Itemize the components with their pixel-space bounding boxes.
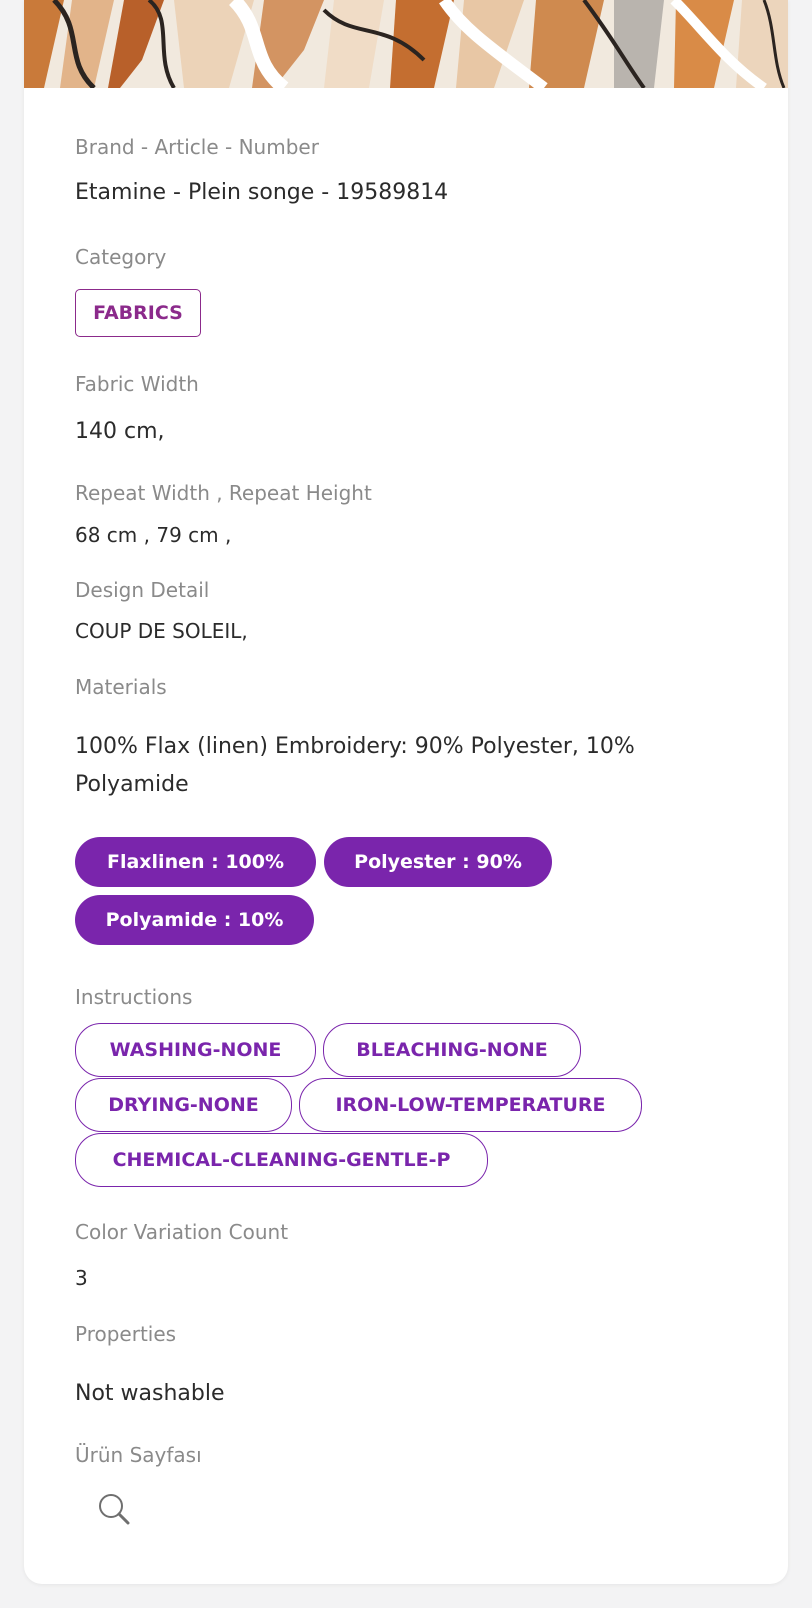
materials-text-line2: Polyamide [75,772,189,797]
design-detail-value: COUP DE SOLEIL, [75,619,248,643]
product-page-search-button[interactable] [94,1490,138,1530]
repeat-label: Repeat Width , Repeat Height [75,481,372,505]
fabric-width-label: Fabric Width [75,372,199,396]
product-detail-card: Brand - Article - Number Etamine - Plein… [24,0,788,1584]
product-page-label: Ürün Sayfası [75,1443,202,1467]
brand-article-value: Etamine - Plein songe - 19589814 [75,180,449,205]
materials-label: Materials [75,675,167,699]
repeat-value: 68 cm , 79 cm , [75,523,232,547]
design-detail-label: Design Detail [75,578,210,602]
material-tag-polyester[interactable]: Polyester : 90% [324,837,552,887]
instruction-tag-ironing[interactable]: IRON-LOW-TEMPERATURE [299,1078,642,1132]
color-variation-label: Color Variation Count [75,1220,289,1244]
instruction-tag-bleaching[interactable]: BLEACHING-NONE [323,1023,581,1077]
material-tag-flaxlinen[interactable]: Flaxlinen : 100% [75,837,316,887]
material-tag-polyamide[interactable]: Polyamide : 10% [75,895,314,945]
category-tag[interactable]: FABRICS [75,289,201,337]
materials-text-line1: 100% Flax (linen) Embroidery: 90% Polyes… [75,734,635,759]
brand-article-label: Brand - Article - Number [75,135,319,159]
properties-value: Not washable [75,1381,225,1406]
instruction-tag-drying[interactable]: DRYING-NONE [75,1078,292,1132]
instruction-tag-chemical-cleaning[interactable]: CHEMICAL-CLEANING-GENTLE-P [75,1133,488,1187]
fabric-width-value: 140 cm, [75,419,165,444]
fabric-pattern-image [24,0,788,88]
properties-label: Properties [75,1322,177,1346]
category-label: Category [75,245,167,269]
search-icon [99,1494,130,1525]
instructions-label: Instructions [75,985,193,1009]
color-variation-value: 3 [75,1266,88,1290]
instruction-tag-washing[interactable]: WASHING-NONE [75,1023,316,1077]
